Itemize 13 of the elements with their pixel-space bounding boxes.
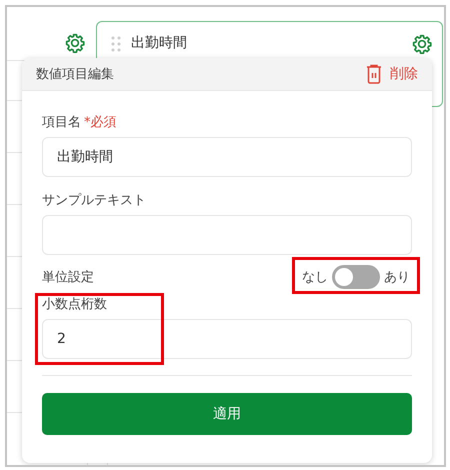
apply-button[interactable]: 適用	[42, 393, 412, 435]
input-field[interactable]: 出勤時間	[42, 137, 412, 177]
toggle-on-label: あり	[384, 269, 410, 286]
input-field[interactable]: 2	[42, 319, 412, 359]
field-label: 単位設定	[42, 269, 94, 286]
delete-button[interactable]: 削除	[366, 64, 418, 84]
field-title: 出勤時間	[131, 34, 188, 52]
required-mark: *必須	[84, 114, 116, 131]
field-label: 小数点桁数	[42, 296, 107, 313]
popup-title: 数値項目編集	[36, 66, 114, 83]
field-label: 項目名	[42, 114, 81, 131]
field-label: サンプルテキスト	[42, 192, 146, 209]
toggle-off-label: なし	[302, 269, 328, 286]
